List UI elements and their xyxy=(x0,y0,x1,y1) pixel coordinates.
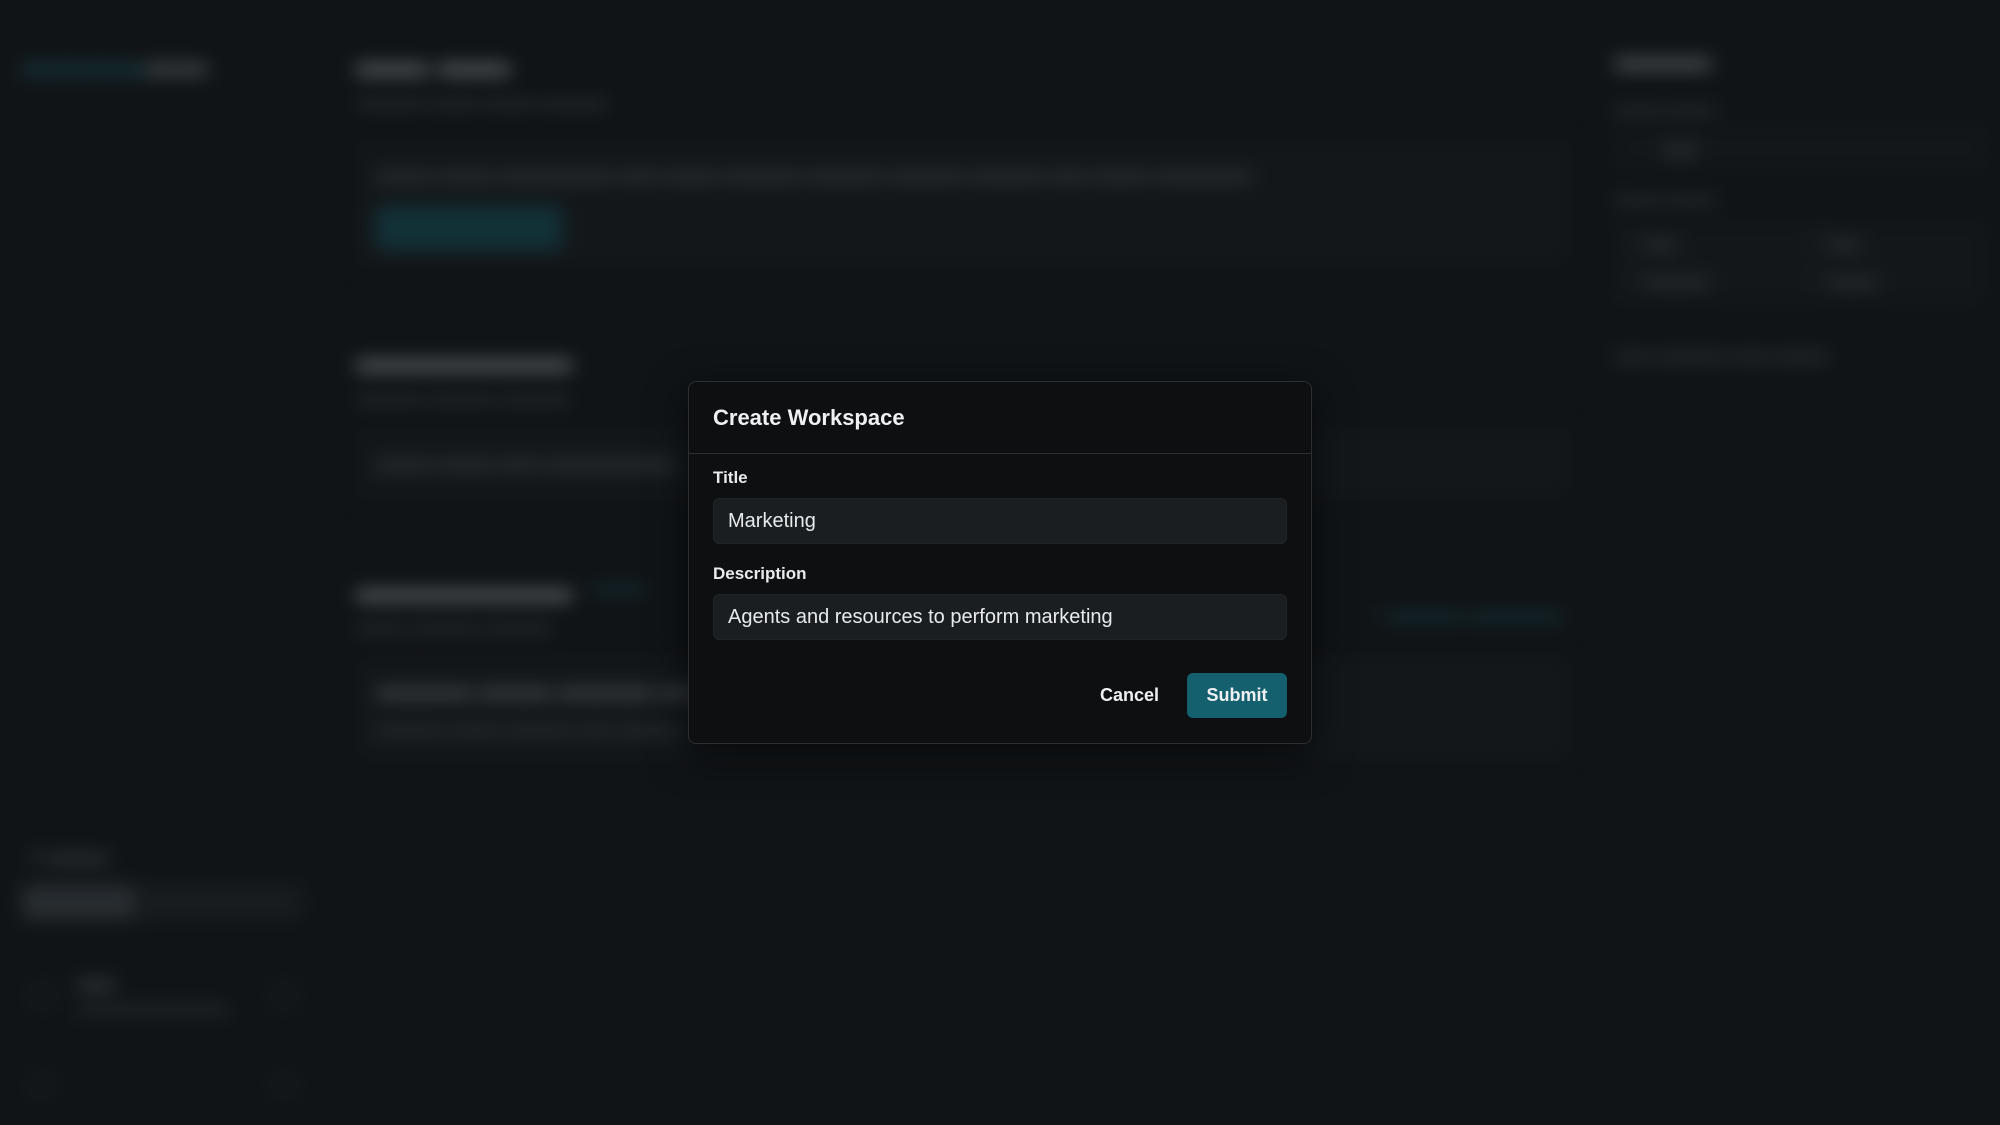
dialog-footer: Cancel Submit xyxy=(1100,673,1287,718)
create-workspace-dialog: Create Workspace Title Description Cance… xyxy=(688,381,1312,744)
description-input[interactable] xyxy=(713,594,1287,640)
submit-button[interactable]: Submit xyxy=(1187,673,1287,718)
title-input[interactable] xyxy=(713,498,1287,544)
description-label: Description xyxy=(713,564,807,583)
dialog-body: Title Description xyxy=(689,454,1311,660)
dialog-title: Create Workspace xyxy=(713,404,905,430)
dialog-header: Create Workspace xyxy=(689,382,1311,454)
title-label: Title xyxy=(713,468,748,487)
cancel-button[interactable]: Cancel xyxy=(1100,685,1159,706)
